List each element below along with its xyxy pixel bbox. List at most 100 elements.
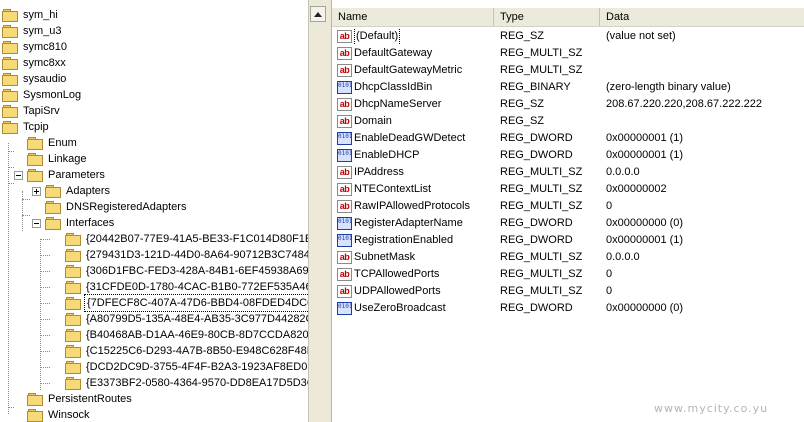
value-data-cell: 0x00000000 (0) xyxy=(606,217,684,229)
binary-value-icon: 010110 xyxy=(337,132,352,145)
tree-item[interactable]: Tcpip xyxy=(2,119,51,135)
folder-icon xyxy=(27,169,43,182)
value-type-cell: REG_SZ xyxy=(500,115,545,127)
tree-item[interactable]: TapiSrv xyxy=(2,103,62,119)
value-name: EnableDHCP xyxy=(354,149,420,161)
tree-item[interactable]: {7DFECF8C-407A-47D6-BBD4-08FDED4DC082} xyxy=(52,294,308,312)
tree-item[interactable]: {31CFDE0D-1780-4CAC-B1B0-772EF535A466} xyxy=(52,279,308,295)
collapse-icon[interactable] xyxy=(32,218,41,228)
string-value-icon: ab xyxy=(337,251,352,264)
tree-item-label: sym_u3 xyxy=(23,25,62,37)
list-item[interactable]: ab Domain REG_SZ xyxy=(332,113,804,130)
tree-item-label: {20442B07-77E9-41A5-BE33-F1C014D80F1E} xyxy=(86,233,308,245)
value-type-cell: REG_DWORD xyxy=(500,217,573,229)
value-type-cell: REG_MULTI_SZ xyxy=(500,64,583,76)
list-item[interactable]: ab SubnetMask REG_MULTI_SZ 0.0.0.0 xyxy=(332,249,804,266)
tree-item[interactable]: Linkage xyxy=(14,151,89,167)
list-item[interactable]: 010110EnableDeadGWDetect REG_DWORD 0x00000… xyxy=(332,130,804,147)
registry-values-list: Name Type Data ab (Default) REG_SZ (value n… xyxy=(332,0,804,422)
column-header-type[interactable]: Type xyxy=(494,8,600,26)
value-data-cell: 0x00000002 xyxy=(606,183,667,195)
tree-connector-line xyxy=(8,183,14,184)
tree-connector-line xyxy=(40,271,50,272)
tree-item[interactable]: {279431D3-121D-44D0-8A64-90712B3C7484} xyxy=(52,247,308,263)
value-type-cell: REG_DWORD xyxy=(500,132,573,144)
folder-icon xyxy=(2,73,18,86)
tree-item[interactable]: {DCD2DC9D-3755-4F4F-B2A3-1923AF8ED0C7} xyxy=(52,359,308,375)
registry-key-tree[interactable]: sym_hi sym_u3 symc810 symc8xx sysaudio Sysmon… xyxy=(0,0,308,422)
tree-item[interactable]: sym_hi xyxy=(2,7,60,23)
tree-item-label: {E3373BF2-0580-4364-9570-DD8EA17D5D3C} xyxy=(86,377,308,389)
tree-item[interactable]: Interfaces xyxy=(32,215,116,231)
tree-item[interactable]: {E3373BF2-0580-4364-9570-DD8EA17D5D3C} xyxy=(52,375,308,391)
tree-item-label: symc8xx xyxy=(23,57,66,69)
value-name: TCPAllowedPorts xyxy=(354,268,440,280)
tree-item[interactable]: Winsock xyxy=(14,407,92,422)
tree-item[interactable]: Enum xyxy=(14,135,79,151)
value-data-cell: 0x00000001 (1) xyxy=(606,132,684,144)
value-data-cell xyxy=(600,45,804,62)
tree-connector-line xyxy=(22,215,30,216)
value-name: Domain xyxy=(354,115,392,127)
string-value-icon: ab xyxy=(337,30,352,43)
list-item[interactable]: ab IPAddress REG_MULTI_SZ 0.0.0.0 xyxy=(332,164,804,181)
tree-item[interactable]: PersistentRoutes xyxy=(14,391,134,407)
list-item[interactable]: ab DefaultGateway REG_MULTI_SZ xyxy=(332,45,804,62)
value-name-cell: ab DefaultGatewayMetric xyxy=(332,62,494,79)
value-name: EnableDeadGWDetect xyxy=(354,132,466,144)
list-item[interactable]: ab (Default) REG_SZ (value not set) xyxy=(332,28,804,45)
tree-item[interactable]: DNSRegisteredAdapters xyxy=(32,199,188,215)
tree-connector-line xyxy=(22,191,23,231)
value-type-cell: REG_DWORD xyxy=(500,302,573,314)
list-item[interactable]: ab NTEContextList REG_MULTI_SZ 0x00000002 xyxy=(332,181,804,198)
scroll-up-button[interactable] xyxy=(310,6,326,22)
value-name-cell: ab Domain xyxy=(332,113,494,130)
value-name-cell: ab UDPAllowedPorts xyxy=(332,283,494,300)
list-item[interactable]: ab DhcpNameServer REG_SZ 208.67.220.220,208… xyxy=(332,96,804,113)
tree-item[interactable]: Adapters xyxy=(32,183,112,199)
tree-item[interactable]: sym_u3 xyxy=(2,23,64,39)
tree-item[interactable]: {C15225C6-D293-4A7B-8B50-E948C628F48D} xyxy=(52,343,308,359)
value-name-cell: ab TCPAllowedPorts xyxy=(332,266,494,283)
list-item[interactable]: ab UDPAllowedPorts REG_MULTI_SZ 0 xyxy=(332,283,804,300)
value-name-cell: 010110DhcpClassIdBin xyxy=(332,79,494,96)
binary-value-icon: 010110 xyxy=(337,81,352,94)
value-type-cell: REG_MULTI_SZ xyxy=(500,285,583,297)
column-header-name[interactable]: Name xyxy=(332,8,494,26)
tree-connector-line xyxy=(40,319,50,320)
tree-item[interactable]: {B40468AB-D1AA-46E9-80CB-8D7CCDA820EA} xyxy=(52,327,308,343)
tree-item[interactable]: symc8xx xyxy=(2,55,68,71)
list-item[interactable]: 010110UseZeroBroadcast REG_DWORD 0x0000000… xyxy=(332,300,804,317)
column-header-data[interactable]: Data xyxy=(600,8,804,26)
tree-item-label: {DCD2DC9D-3755-4F4F-B2A3-1923AF8ED0C7} xyxy=(86,361,308,373)
list-item[interactable]: 010110DhcpClassIdBin REG_BINARY (zero-leng… xyxy=(332,79,804,96)
folder-icon xyxy=(2,25,18,38)
tree-item[interactable]: {20442B07-77E9-41A5-BE33-F1C014D80F1E} xyxy=(52,231,308,247)
collapse-icon[interactable] xyxy=(14,170,23,180)
tree-item[interactable]: {A80799D5-135A-48E4-AB35-3C977D44282C} xyxy=(52,311,308,327)
tree-item-label: Enum xyxy=(48,137,77,149)
list-item[interactable]: 010110RegistrationEnabled REG_DWORD 0x0000… xyxy=(332,232,804,249)
value-data-cell: 0 xyxy=(606,200,613,212)
list-item[interactable]: ab RawIPAllowedProtocols REG_MULTI_SZ 0 xyxy=(332,198,804,215)
value-data-cell: 0x00000000 (0) xyxy=(606,302,684,314)
tree-connector-line xyxy=(22,199,30,200)
list-item[interactable]: 010110RegisterAdapterName REG_DWORD 0x0000… xyxy=(332,215,804,232)
list-item[interactable]: ab DefaultGatewayMetric REG_MULTI_SZ xyxy=(332,62,804,79)
value-name: RawIPAllowedProtocols xyxy=(354,200,470,212)
expand-icon[interactable] xyxy=(32,186,41,196)
tree-item[interactable]: SysmonLog xyxy=(2,87,83,103)
list-item[interactable]: ab TCPAllowedPorts REG_MULTI_SZ 0 xyxy=(332,266,804,283)
tree-item[interactable]: symc810 xyxy=(2,39,69,55)
tree-vertical-scrollbar[interactable] xyxy=(308,0,326,422)
tree-item[interactable]: Parameters xyxy=(14,167,107,183)
tree-item[interactable]: {306D1FBC-FED3-428A-84B1-6EF45938A693} xyxy=(52,263,308,279)
folder-icon xyxy=(2,89,18,102)
tree-item[interactable]: sysaudio xyxy=(2,71,68,87)
tree-item-label: Linkage xyxy=(48,153,87,165)
tree-item-label: {31CFDE0D-1780-4CAC-B1B0-772EF535A466} xyxy=(86,281,308,293)
folder-icon xyxy=(27,393,43,406)
tree-connector-line xyxy=(40,239,50,240)
list-item[interactable]: 010110EnableDHCP REG_DWORD 0x00000001 (1) xyxy=(332,147,804,164)
value-name-cell: ab (Default) xyxy=(332,28,494,45)
